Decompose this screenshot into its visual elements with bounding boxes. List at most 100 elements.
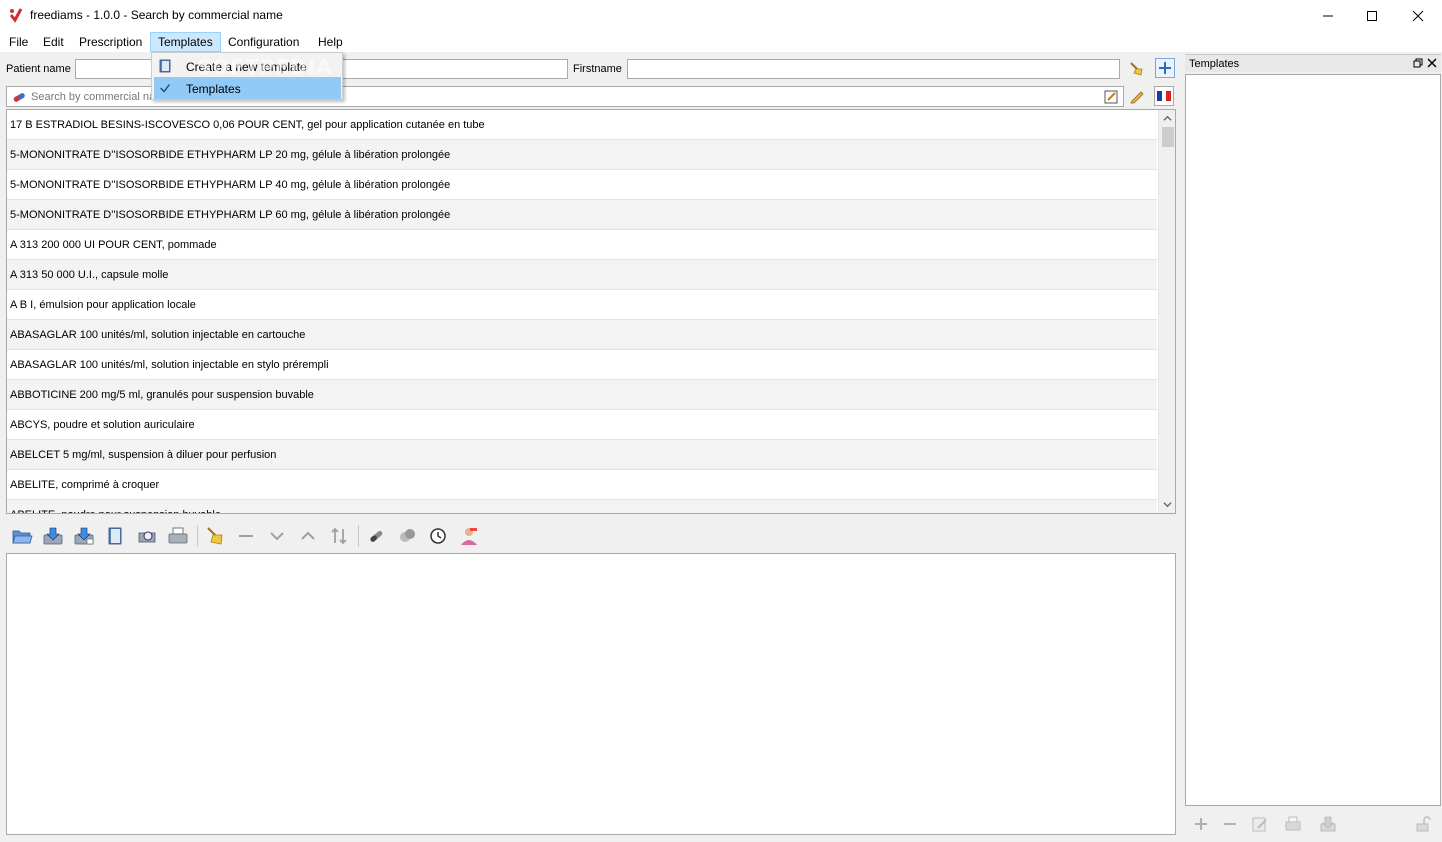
dock-close-button[interactable] — [1426, 57, 1438, 69]
patient-name-label: Patient name — [6, 63, 71, 75]
drug-list-item[interactable]: ABCYS, poudre et solution auriculaire — [7, 410, 1157, 440]
minimize-button[interactable] — [1305, 0, 1351, 31]
drug-list-item[interactable]: 17 B ESTRADIOL BESINS-ISCOVESCO 0,06 POU… — [7, 110, 1157, 140]
maximize-button[interactable] — [1349, 0, 1395, 31]
drug-list-item[interactable]: 5-MONONITRATE D''ISOSORBIDE ETHYPHARM LP… — [7, 200, 1157, 230]
float-icon — [1413, 58, 1423, 68]
drug-list[interactable]: 17 B ESTRADIOL BESINS-ISCOVESCO 0,06 POU… — [6, 109, 1176, 514]
edit-template-button[interactable] — [1249, 813, 1271, 835]
toolbar-separator — [358, 525, 359, 547]
menu-bar: File Edit Prescription Templates Configu… — [0, 31, 1442, 52]
clock-icon — [430, 528, 446, 544]
minimize-icon — [1323, 15, 1333, 16]
drug-list-item[interactable]: ABASAGLAR 100 unités/ml, solution inject… — [7, 320, 1157, 350]
print-button[interactable] — [166, 524, 190, 548]
add-patient-info-button[interactable] — [1155, 58, 1175, 78]
edit-icon — [1252, 817, 1267, 832]
search-mode-icon[interactable] — [1103, 89, 1119, 108]
drug-list-item[interactable]: 5-MONONITRATE D''ISOSORBIDE ETHYPHARM LP… — [7, 140, 1157, 170]
open-prescription-button[interactable] — [10, 524, 34, 548]
toolbar-separator — [197, 525, 198, 547]
freediams-app-icon — [8, 7, 24, 23]
sort-icon — [331, 527, 347, 545]
templates-dock-label: Templates — [1189, 58, 1240, 70]
save-template-button[interactable] — [1317, 813, 1339, 835]
scroll-down-button[interactable] — [1159, 496, 1175, 513]
chevron-up-icon — [301, 531, 315, 540]
remove-drug-button[interactable] — [234, 524, 258, 548]
drug-list-item[interactable]: 5-MONONITRATE D''ISOSORBIDE ETHYPHARM LP… — [7, 170, 1157, 200]
chevron-up-icon — [1163, 115, 1172, 121]
pill-icon — [11, 89, 27, 108]
sort-button[interactable] — [327, 524, 351, 548]
prescription-toolbar — [6, 521, 1176, 551]
close-button[interactable] — [1395, 0, 1441, 31]
move-up-button[interactable] — [296, 524, 320, 548]
french-flag-icon — [1157, 91, 1171, 101]
save-icon — [1320, 816, 1336, 832]
maximize-icon — [1367, 10, 1377, 21]
window-title: freediams - 1.0.0 - Search by commercial… — [30, 8, 283, 22]
language-button[interactable] — [1154, 86, 1174, 106]
printer-icon — [1285, 816, 1301, 831]
minus-icon — [239, 535, 253, 537]
move-down-button[interactable] — [265, 524, 289, 548]
drug-list-scrollbar[interactable] — [1158, 110, 1175, 513]
book-icon — [157, 58, 173, 74]
menu-prescription[interactable]: Prescription — [72, 32, 149, 52]
scroll-up-button[interactable] — [1159, 110, 1175, 127]
save-as-icon — [74, 527, 94, 545]
save-prescription-button[interactable] — [41, 524, 65, 548]
drug-list-item[interactable]: ABELITE, comprimé à croquer — [7, 470, 1157, 500]
print-preview-button[interactable] — [135, 524, 159, 548]
folder-open-icon — [12, 530, 33, 544]
book-icon — [108, 527, 122, 545]
patient-info-button[interactable] — [457, 524, 481, 548]
scroll-thumb[interactable] — [1162, 127, 1174, 147]
menu-file[interactable]: File — [2, 32, 35, 52]
drug-information-button[interactable] — [364, 524, 388, 548]
drug-list-item[interactable]: ABASAGLAR 100 unités/ml, solution inject… — [7, 350, 1157, 380]
drug-list-item[interactable]: A B I, émulsion pour application locale — [7, 290, 1157, 320]
menu-templates[interactable]: Templates — [150, 32, 221, 52]
drug-list-item[interactable]: ABELITE, poudre pour suspension buvable — [7, 500, 1157, 513]
menu-templates-toggle[interactable]: Templates — [154, 77, 341, 99]
templates-tree[interactable] — [1185, 74, 1441, 806]
print-template-button[interactable] — [1282, 813, 1304, 835]
chevron-down-icon — [1163, 502, 1172, 508]
menu-create-template[interactable]: Create a new template — [154, 55, 341, 77]
broom-icon — [207, 527, 223, 545]
clear-patient-button[interactable] — [1126, 58, 1146, 78]
firstname-label: Firstname — [573, 63, 622, 75]
close-icon — [1412, 10, 1424, 21]
printer-icon — [168, 527, 188, 544]
clear-prescription-button[interactable] — [203, 524, 227, 548]
menu-help[interactable]: Help — [311, 32, 350, 52]
dock-float-button[interactable] — [1412, 57, 1424, 69]
templates-dock-title: Templates — [1185, 54, 1441, 72]
plus-icon — [1195, 818, 1207, 830]
drug-list-item[interactable]: A 313 50 000 U.I., capsule molle — [7, 260, 1157, 290]
unlock-icon — [1416, 816, 1431, 832]
interactions-button[interactable] — [395, 524, 419, 548]
drug-list-item[interactable]: ABBOTICINE 200 mg/5 ml, granulés pour su… — [7, 380, 1157, 410]
firstname-input[interactable] — [627, 59, 1120, 79]
drug-book-button[interactable] — [103, 524, 127, 548]
menu-create-template-label: Create a new template — [186, 60, 307, 74]
edit-search-button[interactable] — [1127, 86, 1147, 106]
plus-icon — [1159, 62, 1171, 74]
menu-configuration[interactable]: Configuration — [221, 32, 306, 52]
menu-edit[interactable]: Edit — [36, 32, 71, 52]
drug-list-item[interactable]: ABELCET 5 mg/ml, suspension à diluer pou… — [7, 440, 1157, 470]
prescription-view[interactable] — [6, 553, 1176, 835]
save-icon — [43, 527, 63, 545]
save-as-prescription-button[interactable] — [72, 524, 96, 548]
minus-icon — [1224, 823, 1236, 825]
drug-list-item[interactable]: A 313 200 000 UI POUR CENT, pommade — [7, 230, 1157, 260]
dosage-button[interactable] — [426, 524, 450, 548]
search-placeholder: Search by commercial name — [31, 91, 171, 103]
add-template-button[interactable] — [1190, 813, 1212, 835]
lock-template-button[interactable] — [1412, 813, 1434, 835]
remove-template-button[interactable] — [1219, 813, 1241, 835]
close-icon — [1427, 58, 1437, 68]
